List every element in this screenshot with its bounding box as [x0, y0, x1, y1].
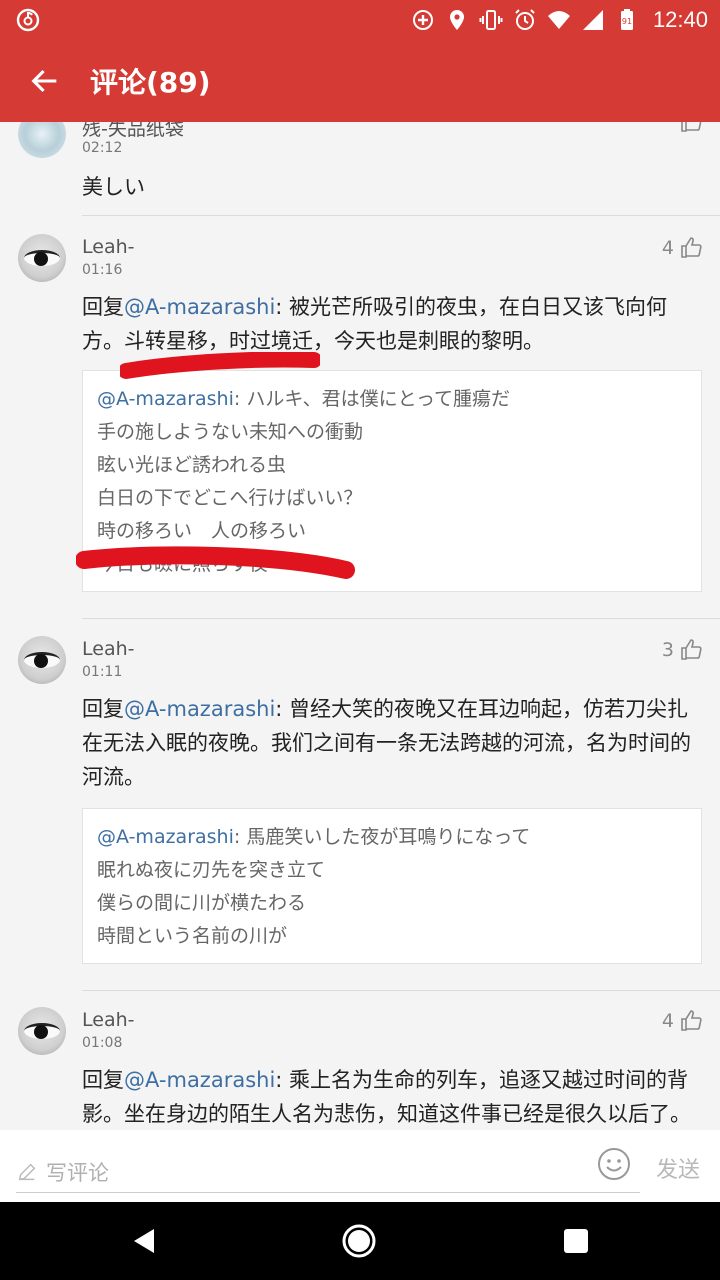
comment-placeholder: 写评论	[46, 1161, 109, 1185]
comment-time: 02:12	[82, 140, 123, 156]
alarm-icon	[515, 9, 535, 30]
thumbs-up-icon	[681, 237, 702, 258]
send-button[interactable]: 发送	[656, 1152, 700, 1184]
vibrate-icon	[479, 10, 503, 30]
quote-line: 時の移ろい 人の移ろい	[97, 520, 307, 542]
comment-time: 01:08	[82, 1035, 123, 1051]
comment-text: 回复@A-mazarashi: 被光芒所吸引的夜虫，在白日又该飞向何方。斗转星移…	[82, 290, 700, 358]
mention-link[interactable]: @A-mazarashi	[124, 295, 275, 319]
arrow-left-icon	[31, 69, 57, 93]
mention-link[interactable]: @A-mazarashi	[124, 697, 275, 721]
quote-line: @A-mazarashi: ハルキ、君は僕にとって腫瘍だ	[97, 383, 687, 416]
back-button[interactable]	[0, 40, 90, 122]
quote-line: 眠れぬ夜に刃先を突き立て	[97, 859, 326, 881]
location-icon	[449, 10, 464, 30]
quote-text: : ハルキ、君は僕にとって腫瘍だ	[233, 388, 511, 410]
page-title: 评论(89)	[90, 66, 211, 99]
thumbs-up-icon	[681, 639, 702, 660]
thumbs-up-icon	[681, 122, 702, 132]
like-count: 4	[661, 237, 674, 259]
wifi-icon	[547, 11, 570, 29]
comment-username[interactable]: 残-失品纸袋	[82, 122, 184, 141]
pupil	[34, 654, 48, 668]
svg-text:91: 91	[622, 17, 632, 26]
quote-line: 眩い光ほど誘われる虫	[97, 454, 287, 476]
pencil-icon	[18, 1163, 36, 1181]
quote-mention[interactable]: @A-mazarashi	[97, 388, 234, 410]
quote-mention[interactable]: @A-mazarashi	[97, 826, 234, 848]
recents-square-icon[interactable]	[558, 1223, 594, 1259]
reply-prefix: 回复	[82, 1068, 124, 1092]
avatar[interactable]	[18, 122, 66, 158]
quote-line: 手の施しようない未知への衝動	[97, 421, 364, 443]
pupil	[34, 252, 48, 266]
divider	[82, 990, 720, 991]
reply-prefix: 回复	[82, 295, 124, 319]
avatar[interactable]	[18, 234, 66, 282]
quoted-comment[interactable]: @A-mazarashi: ハルキ、君は僕にとって腫瘍だ 手の施しようない未知へ…	[82, 370, 702, 592]
app-bar: 评论(89)	[0, 40, 720, 122]
like-button[interactable]: 4	[662, 236, 704, 260]
thumbs-up-icon	[681, 1010, 702, 1031]
home-circle-icon[interactable]	[341, 1223, 377, 1259]
mention-link[interactable]: @A-mazarashi	[124, 1068, 275, 1092]
smiley-icon[interactable]	[596, 1146, 632, 1182]
system-nav-bar	[0, 1202, 720, 1280]
comment-text: 回复@A-mazarashi: 乘上名为生命的列车，追逐又越过时间的背影。坐在身…	[82, 1063, 700, 1130]
divider	[82, 618, 720, 619]
comment-time: 01:11	[82, 664, 123, 680]
quote-line: @A-mazarashi: 馬鹿笑いした夜が耳鳴りになって	[97, 821, 687, 854]
quote-line: 僕らの間に川が横たわる	[97, 892, 307, 914]
quote-line: 今日も瞼に照らす夜	[97, 553, 268, 575]
comment-username[interactable]: Leah-	[82, 638, 134, 660]
status-time: 12:40	[652, 7, 708, 32]
like-count: 3	[661, 639, 674, 661]
like-count: 4	[661, 1010, 674, 1032]
quote-text: : 馬鹿笑いした夜が耳鳴りになって	[233, 826, 531, 848]
comment-time: 01:16	[82, 262, 123, 278]
comment-list[interactable]: 残-失品纸袋 02:12 美しい Leah- 01:16 4 回复@A-maza…	[0, 122, 720, 1130]
like-button[interactable]	[680, 122, 704, 134]
netease-music-icon	[16, 8, 40, 32]
avatar[interactable]	[18, 1007, 66, 1055]
signal-icon	[582, 10, 603, 30]
comment-username[interactable]: Leah-	[82, 236, 134, 258]
back-triangle-icon[interactable]	[126, 1223, 162, 1259]
pupil	[34, 1025, 48, 1039]
reply-prefix: 回复	[82, 697, 124, 721]
quote-line: 白日の下でどこへ行けばいい？	[97, 487, 363, 509]
like-button[interactable]: 4	[662, 1009, 704, 1033]
like-button[interactable]: 3	[662, 638, 704, 662]
comment-input-bar: 写评论 发送	[0, 1130, 720, 1202]
avatar[interactable]	[18, 636, 66, 684]
divider	[82, 215, 720, 216]
comment-text: 美しい	[82, 175, 145, 199]
comment-text: 回复@A-mazarashi: 曾经大笑的夜晚又在耳边响起，仿若刀尖扎在无法入眠…	[82, 692, 700, 794]
battery-icon: 91	[620, 9, 633, 30]
add-circle-icon	[412, 10, 433, 30]
status-bar: 91 12:40	[0, 0, 720, 40]
quote-line: 時間という名前の川が	[97, 925, 288, 947]
comment-username[interactable]: Leah-	[82, 1009, 134, 1031]
quoted-comment[interactable]: @A-mazarashi: 馬鹿笑いした夜が耳鳴りになって 眠れぬ夜に刃先を突き…	[82, 808, 702, 964]
comment-input[interactable]: 写评论	[16, 1152, 640, 1193]
